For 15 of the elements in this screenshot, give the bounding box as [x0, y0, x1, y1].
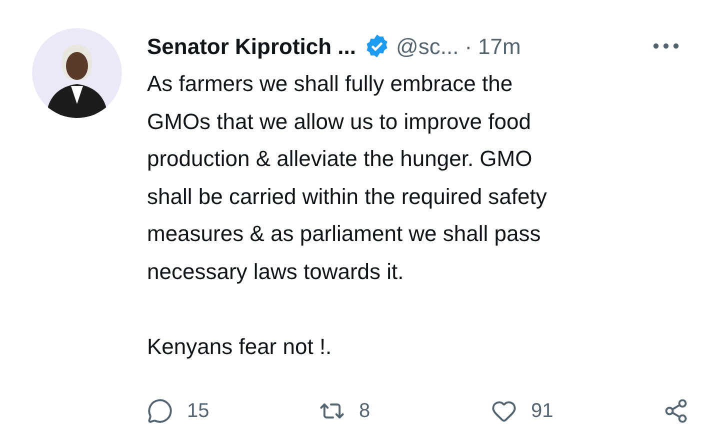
author-handle[interactable]: @sc... [396, 30, 459, 62]
share-button[interactable] [663, 398, 689, 424]
tweet-time[interactable]: 17m [478, 30, 521, 62]
author-name[interactable]: Senator Kiprotich ... [147, 30, 356, 62]
separator-dot: · [464, 32, 472, 60]
like-button[interactable]: 91 [491, 396, 611, 426]
more-button[interactable] [653, 43, 679, 49]
avatar[interactable] [32, 28, 122, 118]
tweet-text: Kenyans fear not !. [147, 333, 333, 361]
more-icon [653, 43, 679, 49]
reply-icon [147, 398, 173, 424]
retweet-button[interactable]: 8 [319, 396, 439, 426]
reply-button[interactable]: 15 [147, 396, 267, 426]
tweet-text: As farmers we shall fully embrace the GMOs that we allow us to improve food production & alleviate the hunger. GMO shall be carried within the required safety measures & as parliament we shall pass necessary laws towards it. [147, 70, 548, 286]
share-icon [663, 398, 689, 424]
